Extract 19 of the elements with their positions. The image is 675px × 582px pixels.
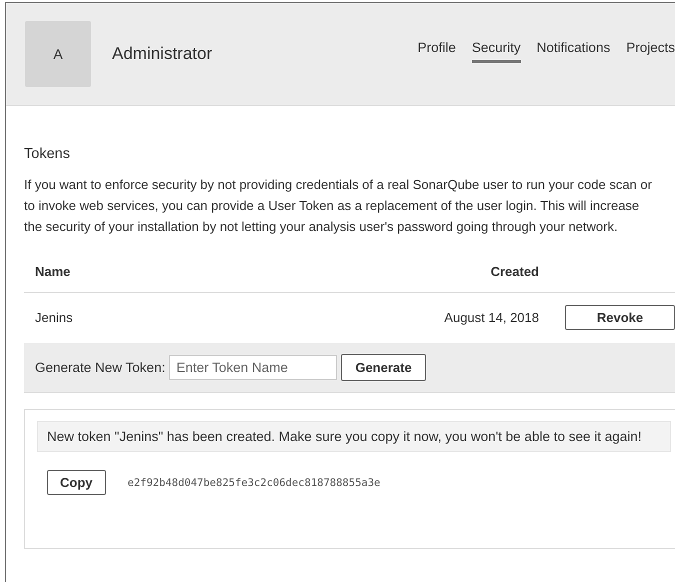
- nav-tab[interactable]: Profile: [418, 40, 456, 63]
- description-text: If you want to enforce security by not providing credentials of a real SonarQube user to run your code scan or to invoke web services, you can provide a User Token as a replacement of the user login. This will increase the security of your installation by not letting your analysis user's password going through your network.: [24, 176, 653, 236]
- token-name-field[interactable]: Enter Token Name: [169, 355, 338, 380]
- user-name: Administrator: [112, 44, 212, 64]
- generate-button[interactable]: Generate: [341, 354, 426, 381]
- nav-tab[interactable]: Projects: [626, 40, 675, 63]
- token-created-message: New token "Jenins" has been created. Make sure you copy it now, you won't be able to see it again!: [37, 421, 671, 452]
- avatar: A: [25, 21, 91, 87]
- token-value: e2f92b48d047be825fe3c2c06dec818788855a3e: [128, 476, 380, 488]
- table-cell-text: Jenins: [35, 310, 74, 324]
- section-title: Tokens: [24, 146, 71, 162]
- nav-tab[interactable]: Security: [472, 40, 521, 63]
- revoke-button[interactable]: Revoke: [565, 304, 675, 330]
- column-header: Created: [490, 264, 539, 279]
- generate-label: Generate New Token:: [35, 360, 166, 375]
- column-header: Name: [35, 264, 72, 279]
- table-cell-text: August 14, 2018: [443, 310, 539, 324]
- nav-tab[interactable]: Notifications: [536, 40, 610, 63]
- copy-button[interactable]: Copy: [47, 470, 106, 495]
